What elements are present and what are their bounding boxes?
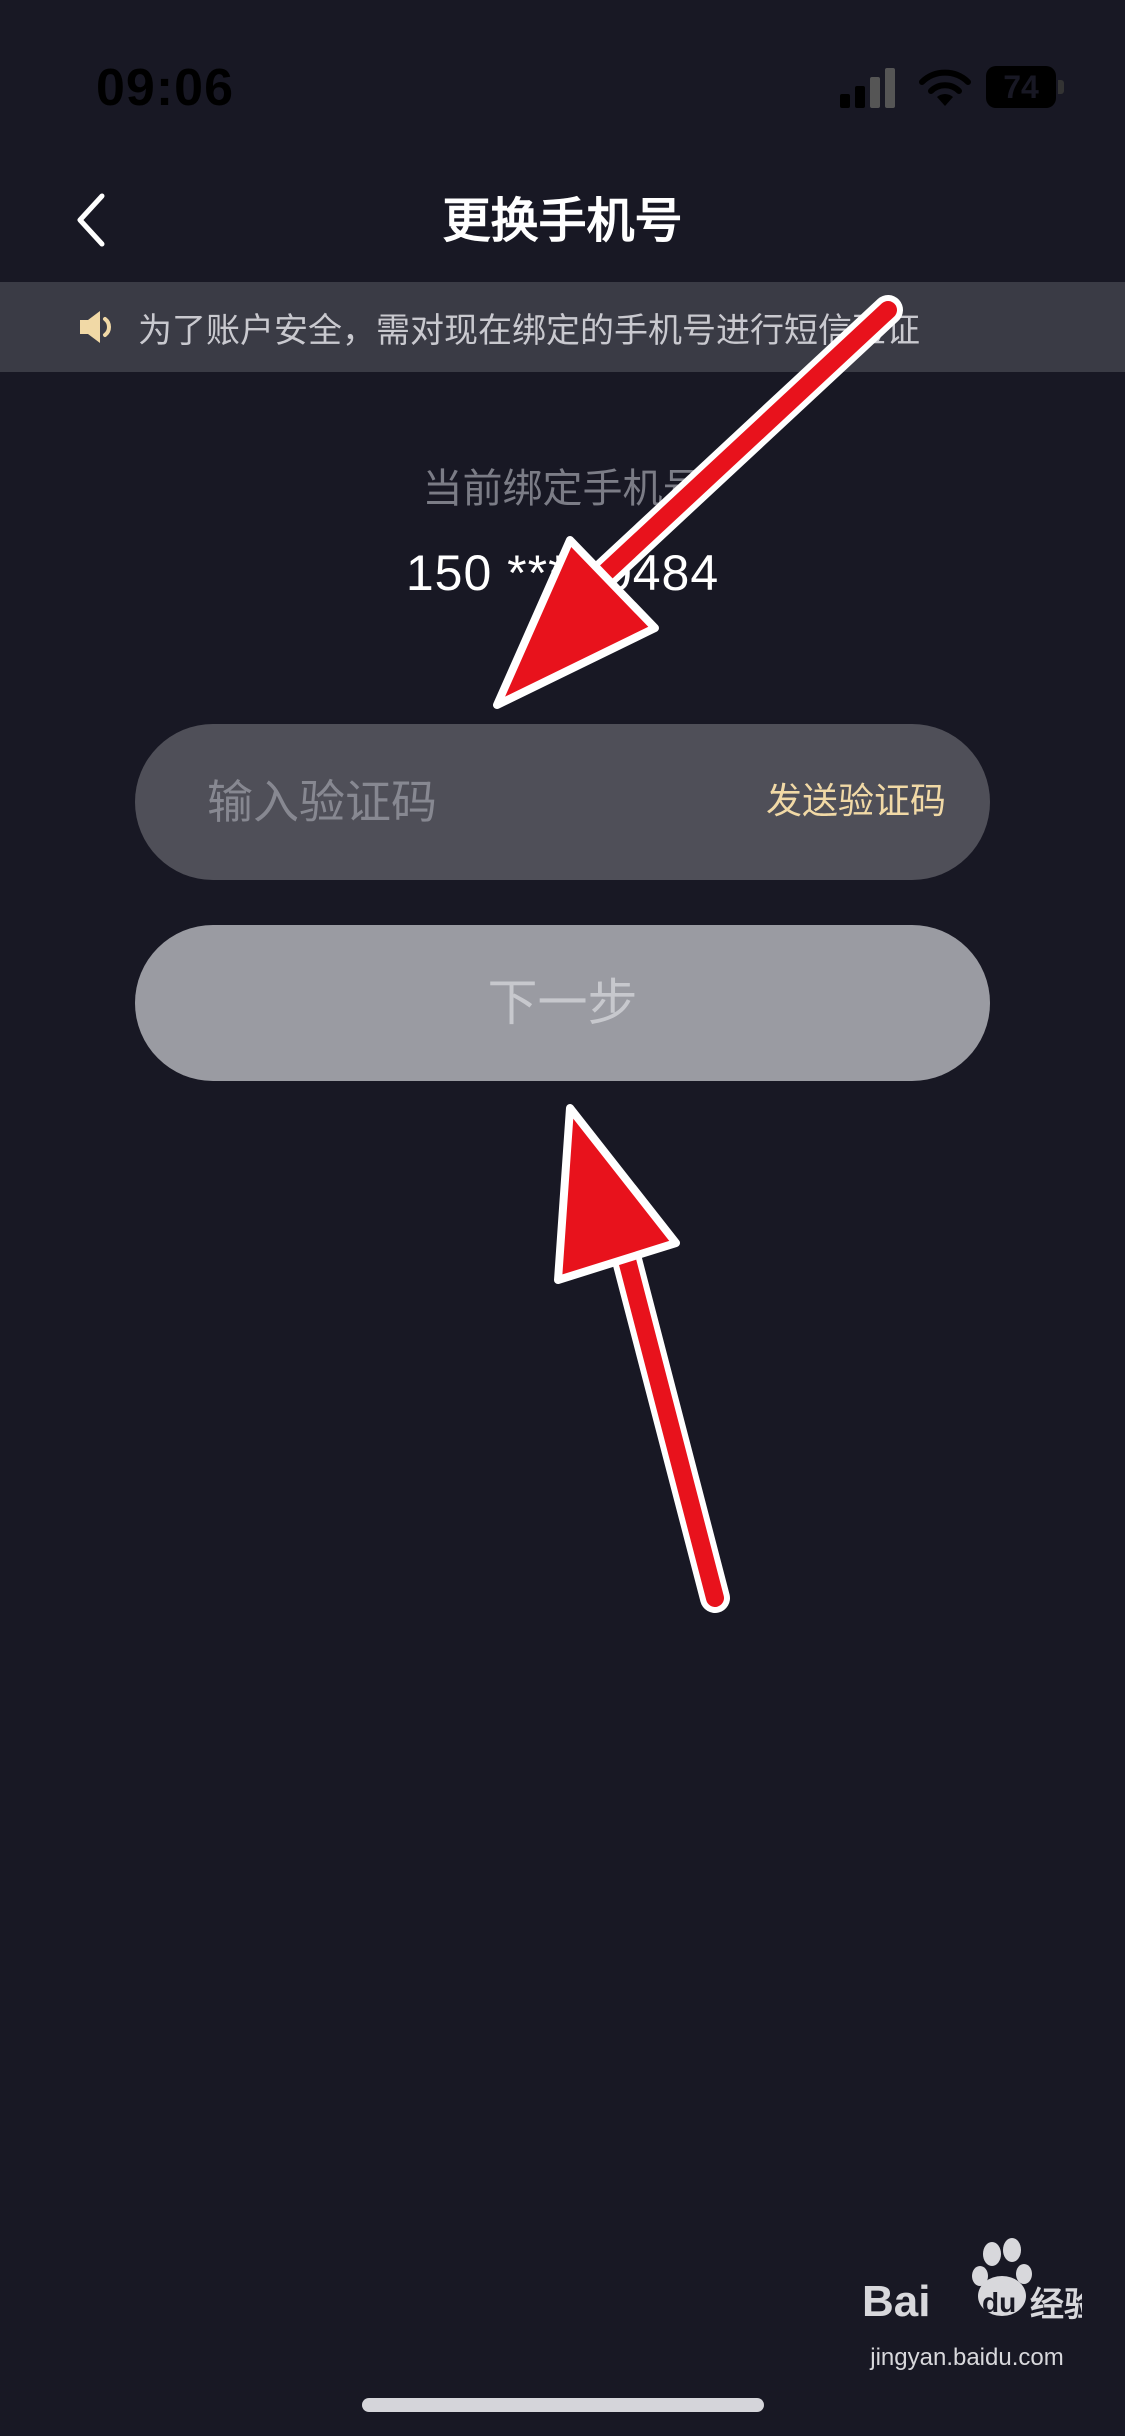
- home-indicator: [362, 2398, 764, 2412]
- watermark-site: jingyan.baidu.com: [870, 2344, 1064, 2371]
- annotation-arrow-bottom: [554, 1104, 730, 1613]
- send-code-button[interactable]: 发送验证码: [766, 724, 946, 880]
- back-button[interactable]: [50, 180, 130, 260]
- status-time: 09:06: [96, 59, 234, 117]
- battery-level: 74: [1003, 69, 1039, 105]
- baidu-watermark-logo: Bai du 经验: [862, 2238, 1082, 2326]
- verification-code-field: 发送验证码: [135, 724, 990, 880]
- cellular-signal-icon: [840, 68, 895, 108]
- notice-banner: 为了账户安全，需对现在绑定的手机号进行短信验证: [0, 282, 1125, 372]
- verification-code-input[interactable]: [207, 724, 727, 880]
- nav-bar: 更换手机号: [0, 160, 1125, 282]
- svg-text:du: du: [982, 2287, 1016, 2318]
- notice-text: 为了账户安全，需对现在绑定的手机号进行短信验证: [138, 310, 920, 351]
- next-step-button[interactable]: 下一步: [135, 925, 990, 1081]
- svg-text:Bai: Bai: [862, 2277, 930, 2326]
- current-phone-label: 当前绑定手机号: [422, 466, 703, 512]
- page-title: 更换手机号: [442, 193, 683, 249]
- current-phone-number: 150 **** 0484: [405, 545, 720, 601]
- battery-icon: 74: [986, 66, 1064, 108]
- svg-text:经验: 经验: [1030, 2285, 1082, 2325]
- status-bar: 09:06 74: [0, 0, 1125, 160]
- chevron-left-icon: [77, 193, 105, 247]
- speaker-icon: [76, 306, 118, 348]
- wifi-icon: [919, 69, 971, 106]
